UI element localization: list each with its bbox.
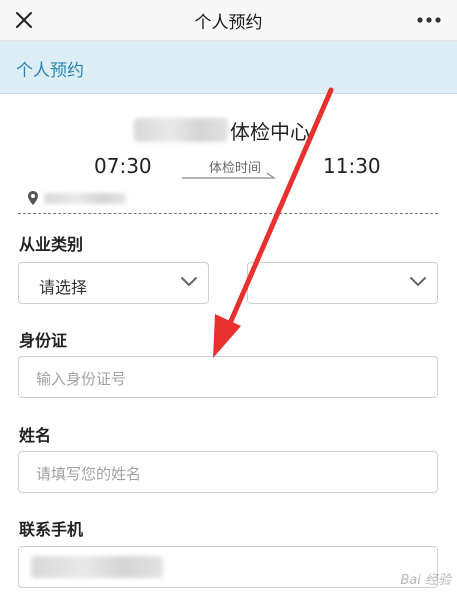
occupation-label: 从业类别 — [19, 235, 84, 254]
chevron-down-icon — [410, 277, 426, 287]
blurred-center-name — [134, 118, 228, 142]
time-range-arrow-icon — [182, 172, 276, 179]
watermark: Bai 经验 — [400, 573, 451, 588]
phone-label: 联系手机 — [19, 520, 84, 539]
blurred-phone-number — [31, 556, 163, 578]
center-name-suffix: 体检中心 — [230, 119, 310, 144]
chevron-down-icon — [181, 277, 197, 287]
page-title: 个人预约 — [194, 12, 263, 33]
name-placeholder: 请填写您的姓名 — [36, 465, 142, 483]
section-header: 个人预约 — [0, 41, 457, 94]
occupation-select-primary[interactable]: 请选择 — [18, 262, 209, 304]
dashed-divider — [18, 213, 438, 214]
center-name: 体检中心 — [134, 116, 310, 144]
id-card-label: 身份证 — [19, 331, 68, 350]
start-time: 07:30 — [94, 154, 152, 178]
more-dots-icon — [417, 17, 441, 23]
occupation-select-value: 请选择 — [39, 278, 88, 297]
id-card-input[interactable]: 输入身份证号 — [18, 356, 438, 398]
phone-input[interactable] — [18, 546, 438, 588]
blurred-address — [44, 192, 126, 204]
section-title: 个人预约 — [16, 61, 84, 81]
more-button[interactable] — [411, 4, 447, 36]
end-time: 11:30 — [323, 154, 381, 178]
center-address — [28, 188, 126, 208]
occupation-select-secondary[interactable] — [247, 262, 438, 304]
name-input[interactable]: 请填写您的姓名 — [18, 451, 438, 493]
top-nav-bar: 个人预约 — [0, 0, 457, 41]
id-card-placeholder: 输入身份证号 — [36, 370, 127, 388]
location-pin-icon — [28, 191, 38, 205]
close-button[interactable] — [8, 4, 40, 36]
close-icon — [16, 12, 32, 28]
name-label: 姓名 — [19, 426, 52, 445]
